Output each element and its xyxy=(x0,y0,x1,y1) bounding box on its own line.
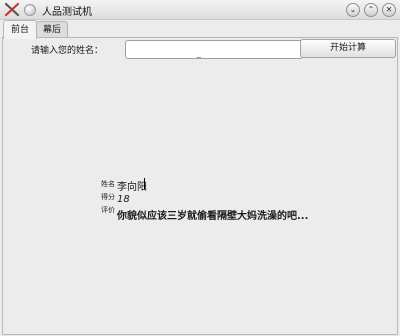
maximize-icon[interactable]: ⌃ xyxy=(364,3,378,17)
result-name-value: 李向阳 xyxy=(117,182,147,193)
name-prompt-label: 请输入您的姓名： xyxy=(31,46,104,56)
result-score-label: 得分 xyxy=(101,193,115,201)
result-name-label: 姓名 xyxy=(101,180,115,188)
close-icon[interactable]: ✕ xyxy=(382,3,396,17)
shade-icon[interactable] xyxy=(24,4,36,16)
tab-bar: 前台 幕后 xyxy=(0,20,400,39)
text-caret xyxy=(144,178,145,189)
window-title: 人品测试机 xyxy=(42,7,92,18)
result-comment-value: 你貌似应该三岁就偷看隔壁大妈洗澡的吧... xyxy=(117,211,309,222)
front-panel: 请输入您的姓名： 开始计算 姓名 李向阳 得分 18 评价 你貌似应该三岁就偷看… xyxy=(2,37,398,335)
tab-front[interactable]: 前台 xyxy=(3,20,37,39)
start-calc-button[interactable]: 开始计算 xyxy=(300,39,396,58)
title-bar[interactable]: 人品测试机 ⌄ ⌃ ✕ xyxy=(0,0,400,20)
tab-back[interactable]: 幕后 xyxy=(36,21,68,38)
tools-icon[interactable] xyxy=(4,2,20,17)
mouse-cursor-icon xyxy=(194,57,202,61)
minimize-icon[interactable]: ⌄ xyxy=(346,3,360,17)
result-comment-label: 评价 xyxy=(101,206,115,214)
name-input[interactable] xyxy=(125,40,303,59)
result-score-value: 18 xyxy=(117,194,130,205)
